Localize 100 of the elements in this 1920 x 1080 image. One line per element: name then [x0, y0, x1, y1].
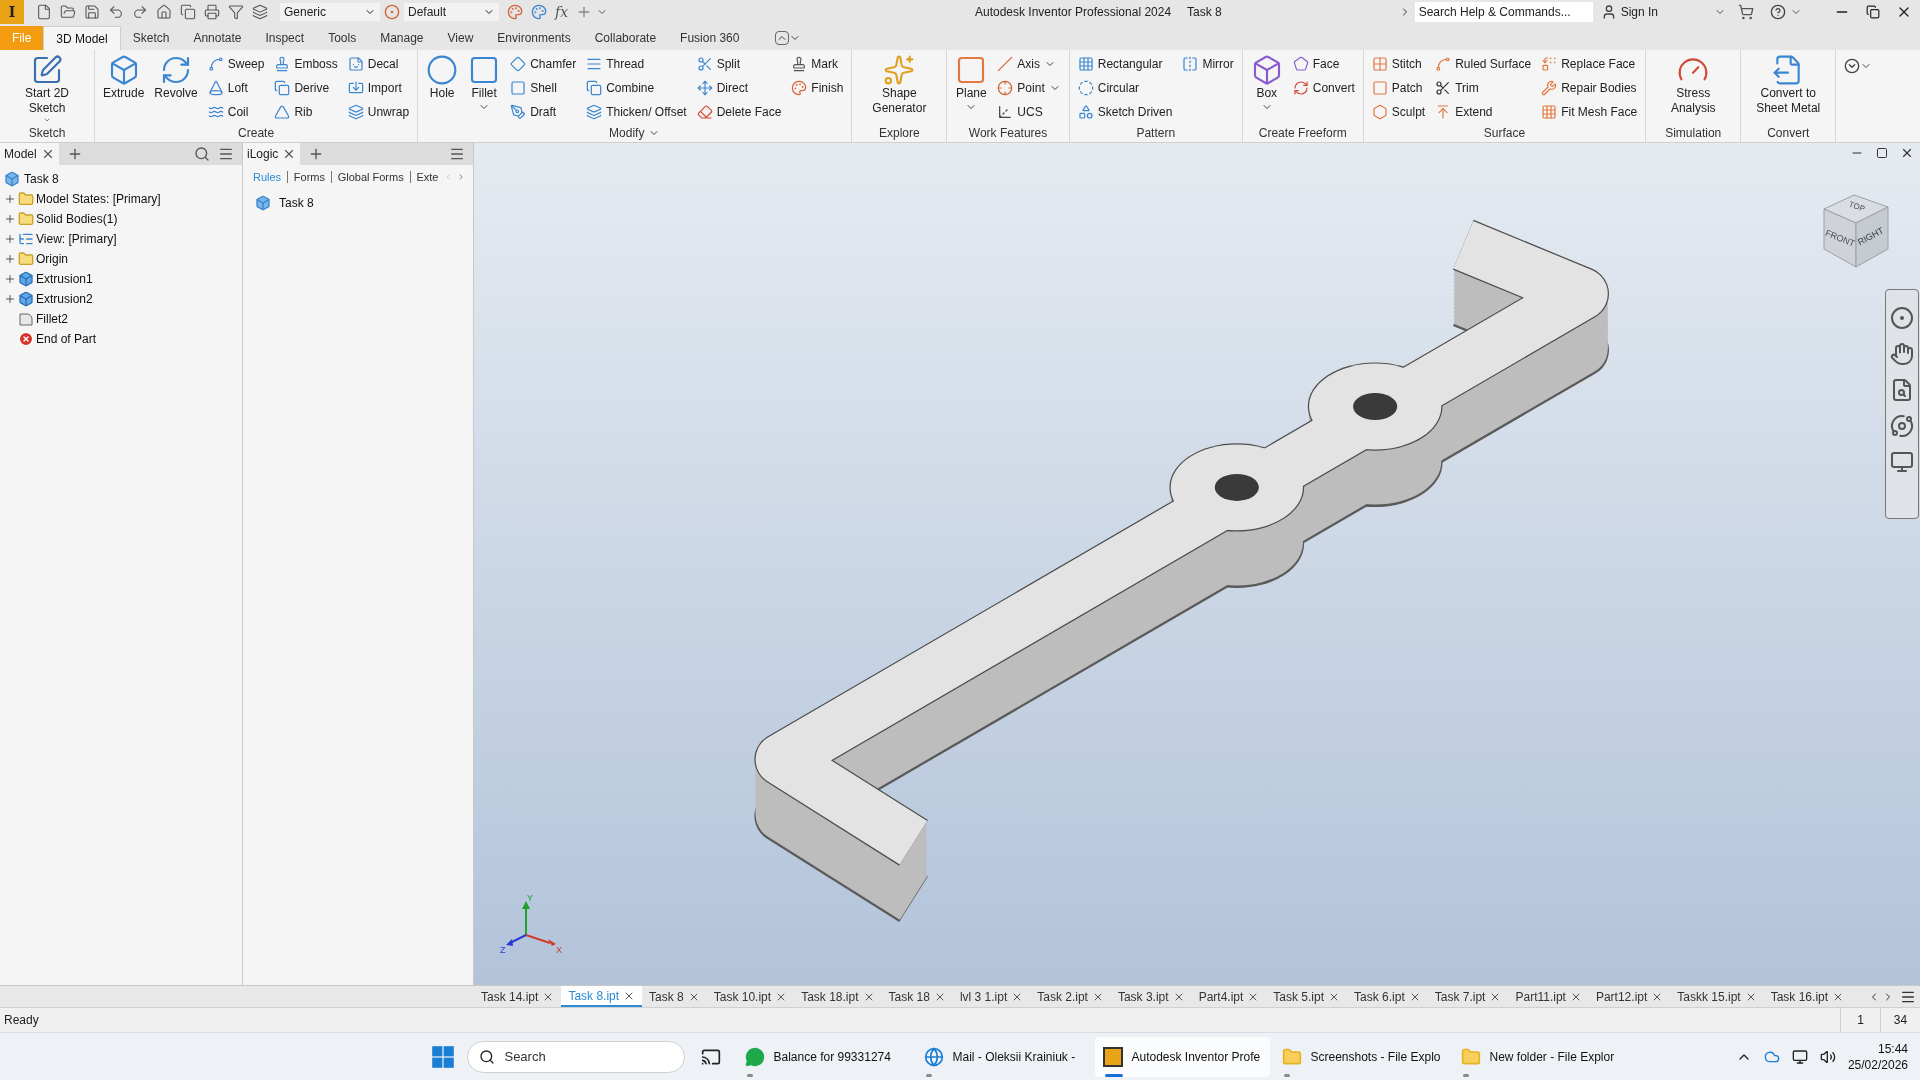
orbit-icon[interactable] — [1890, 414, 1914, 438]
ribbon-button[interactable]: Derive — [270, 76, 342, 100]
ribbon-button[interactable]: Convert — [1288, 76, 1359, 100]
ribbon-tab[interactable]: Sketch — [120, 26, 182, 50]
ribbon-button[interactable]: Unwrap — [343, 100, 414, 124]
ribbon-button[interactable]: Replace Face — [1537, 52, 1642, 76]
sign-in-button[interactable]: Sign In — [1620, 3, 1658, 21]
open-folder-icon[interactable] — [60, 4, 76, 20]
ribbon-button[interactable]: Import — [343, 76, 414, 100]
ribbon-button[interactable]: Axis — [993, 52, 1065, 76]
ribbon-button[interactable]: Hole — [422, 52, 463, 124]
ribbon-button[interactable]: Split — [692, 52, 786, 76]
ribbon-tab[interactable]: Annotate — [181, 26, 254, 50]
expand-icon[interactable] — [4, 213, 16, 225]
ribbon-button[interactable]: Mark — [787, 52, 848, 76]
document-tab[interactable]: Task 5.ipt — [1266, 986, 1348, 1007]
document-tab[interactable]: Task 8 — [642, 986, 707, 1007]
ribbon-button[interactable]: Sculpt — [1367, 100, 1430, 124]
ribbon-button[interactable]: Fit Mesh Face — [1537, 100, 1642, 124]
volume-icon[interactable] — [1819, 1048, 1836, 1065]
ribbon-button[interactable]: Shell — [506, 76, 581, 100]
ribbon-tab[interactable]: Environments — [485, 26, 583, 50]
ribbon-button[interactable]: Sweep — [203, 52, 269, 76]
ribbon-button[interactable]: Thicken/ Offset — [582, 100, 691, 124]
ribbon-button[interactable]: Coil — [203, 100, 269, 124]
taskbar-app[interactable]: Screenshots - File Explo — [1274, 1036, 1450, 1077]
document-tab[interactable]: Task 6.ipt — [1347, 986, 1428, 1007]
ribbon-button[interactable]: Finish — [787, 76, 848, 100]
ribbon-button[interactable]: Extrude — [99, 52, 149, 124]
close-icon[interactable] — [1900, 146, 1914, 160]
ribbon-button[interactable]: Combine — [582, 76, 691, 100]
taskbar-app[interactable]: New folder - File Explor — [1453, 1036, 1629, 1077]
ribbon-button[interactable]: Rib — [270, 100, 342, 124]
taskbar-app[interactable]: Balance for 99331274 — [737, 1036, 913, 1077]
ribbon-button[interactable]: Fillet — [464, 52, 505, 124]
tree-item[interactable]: End of Part — [36, 330, 97, 348]
ribbon-button[interactable]: Point — [993, 76, 1065, 100]
document-tab[interactable]: Task 16.ipt — [1763, 986, 1852, 1007]
tree-item[interactable]: Model States: [Primary] — [36, 190, 161, 208]
rule-item[interactable]: Task 8 — [279, 194, 314, 212]
home-icon[interactable] — [156, 4, 172, 20]
ribbon-button[interactable]: Stitch — [1367, 52, 1430, 76]
zoom-icon[interactable] — [1890, 378, 1914, 402]
ribbon-button[interactable]: Start 2D Sketch — [4, 52, 90, 124]
expand-icon[interactable] — [4, 273, 16, 285]
ribbon-button[interactable]: Trim — [1431, 76, 1536, 100]
ribbon-button[interactable]: Revolve — [150, 52, 202, 124]
ribbon-tab[interactable]: View — [435, 26, 486, 50]
expand-icon[interactable] — [4, 193, 16, 205]
ribbon-tab[interactable]: Inspect — [253, 26, 317, 50]
document-tab[interactable]: Task 14.ipt — [474, 986, 562, 1007]
ribbon-button[interactable]: Direct — [692, 76, 786, 100]
palette-icon[interactable] — [507, 4, 523, 20]
ribbon-tab[interactable]: Manage — [368, 26, 436, 50]
ribbon-tab[interactable]: Tools — [316, 26, 369, 50]
tree-item[interactable]: Extrusion1 — [36, 270, 93, 288]
ribbon-button[interactable]: Ruled Surface — [1431, 52, 1536, 76]
tree-item[interactable]: Fillet2 — [36, 310, 68, 328]
ribbon-button[interactable]: Rectangular — [1073, 52, 1177, 76]
document-tab[interactable]: Task 18 — [881, 986, 953, 1007]
document-tab[interactable]: Part12.ipt — [1588, 986, 1671, 1007]
ribbon-button[interactable]: Decal — [343, 52, 414, 76]
ribbon-button[interactable]: Emboss — [270, 52, 342, 76]
windows-logo-icon[interactable] — [431, 1044, 456, 1069]
redo-icon[interactable] — [132, 4, 148, 20]
browser-tab[interactable]: Model — [0, 143, 59, 165]
more-panels-button[interactable] — [1844, 58, 1873, 74]
ribbon-button[interactable]: Plane — [951, 52, 992, 124]
save-icon[interactable] — [84, 4, 100, 20]
ribbon-button[interactable]: Draft — [506, 100, 581, 124]
tree-item[interactable]: Task 8 — [24, 170, 59, 188]
filter-icon[interactable] — [228, 4, 244, 20]
taskbar-app[interactable]: Autodesk Inventor Profe — [1095, 1036, 1271, 1077]
subtab[interactable]: Forms — [291, 168, 327, 186]
taskbar-search-field[interactable]: Search — [467, 1040, 686, 1073]
help-icon[interactable] — [1770, 4, 1786, 20]
maximize-icon[interactable] — [1876, 147, 1888, 159]
document-tab[interactable]: Task 18.ipt — [794, 986, 882, 1007]
undo-icon[interactable] — [108, 4, 124, 20]
help-search-field[interactable]: Search Help & Commands... — [1414, 2, 1593, 22]
subtab[interactable]: Rules — [251, 168, 284, 186]
document-tab[interactable]: Part11.ipt — [1508, 986, 1589, 1007]
expand-icon[interactable] — [4, 253, 16, 265]
ribbon-button[interactable]: Convert to Sheet Metal — [1745, 52, 1832, 124]
ribbon-button[interactable]: Sketch Driven — [1073, 100, 1177, 124]
tree-item[interactable]: Extrusion2 — [36, 290, 93, 308]
ribbon-button[interactable]: Mirror — [1178, 52, 1238, 76]
tree-item[interactable]: View: [Primary] — [36, 230, 117, 248]
document-tab[interactable]: Task 10.ipt — [706, 986, 795, 1007]
document-tab[interactable]: Taskk 15.ipt — [1670, 986, 1764, 1007]
ribbon-button[interactable]: Chamfer — [506, 52, 581, 76]
tree-item[interactable]: Origin — [36, 250, 68, 268]
document-tab[interactable]: Task 2.ipt — [1030, 986, 1111, 1007]
expand-icon[interactable] — [4, 293, 16, 305]
ribbon-button[interactable]: Delete Face — [692, 100, 786, 124]
material-dropdown[interactable]: Generic — [280, 3, 380, 21]
ribbon-tab[interactable]: Collaborate — [582, 26, 669, 50]
taskbar-app[interactable]: Mail - Oleksii Krainiuk - — [916, 1036, 1092, 1077]
subtab[interactable]: Global Forms — [335, 168, 406, 186]
ribbon-button[interactable]: Extend — [1431, 100, 1536, 124]
